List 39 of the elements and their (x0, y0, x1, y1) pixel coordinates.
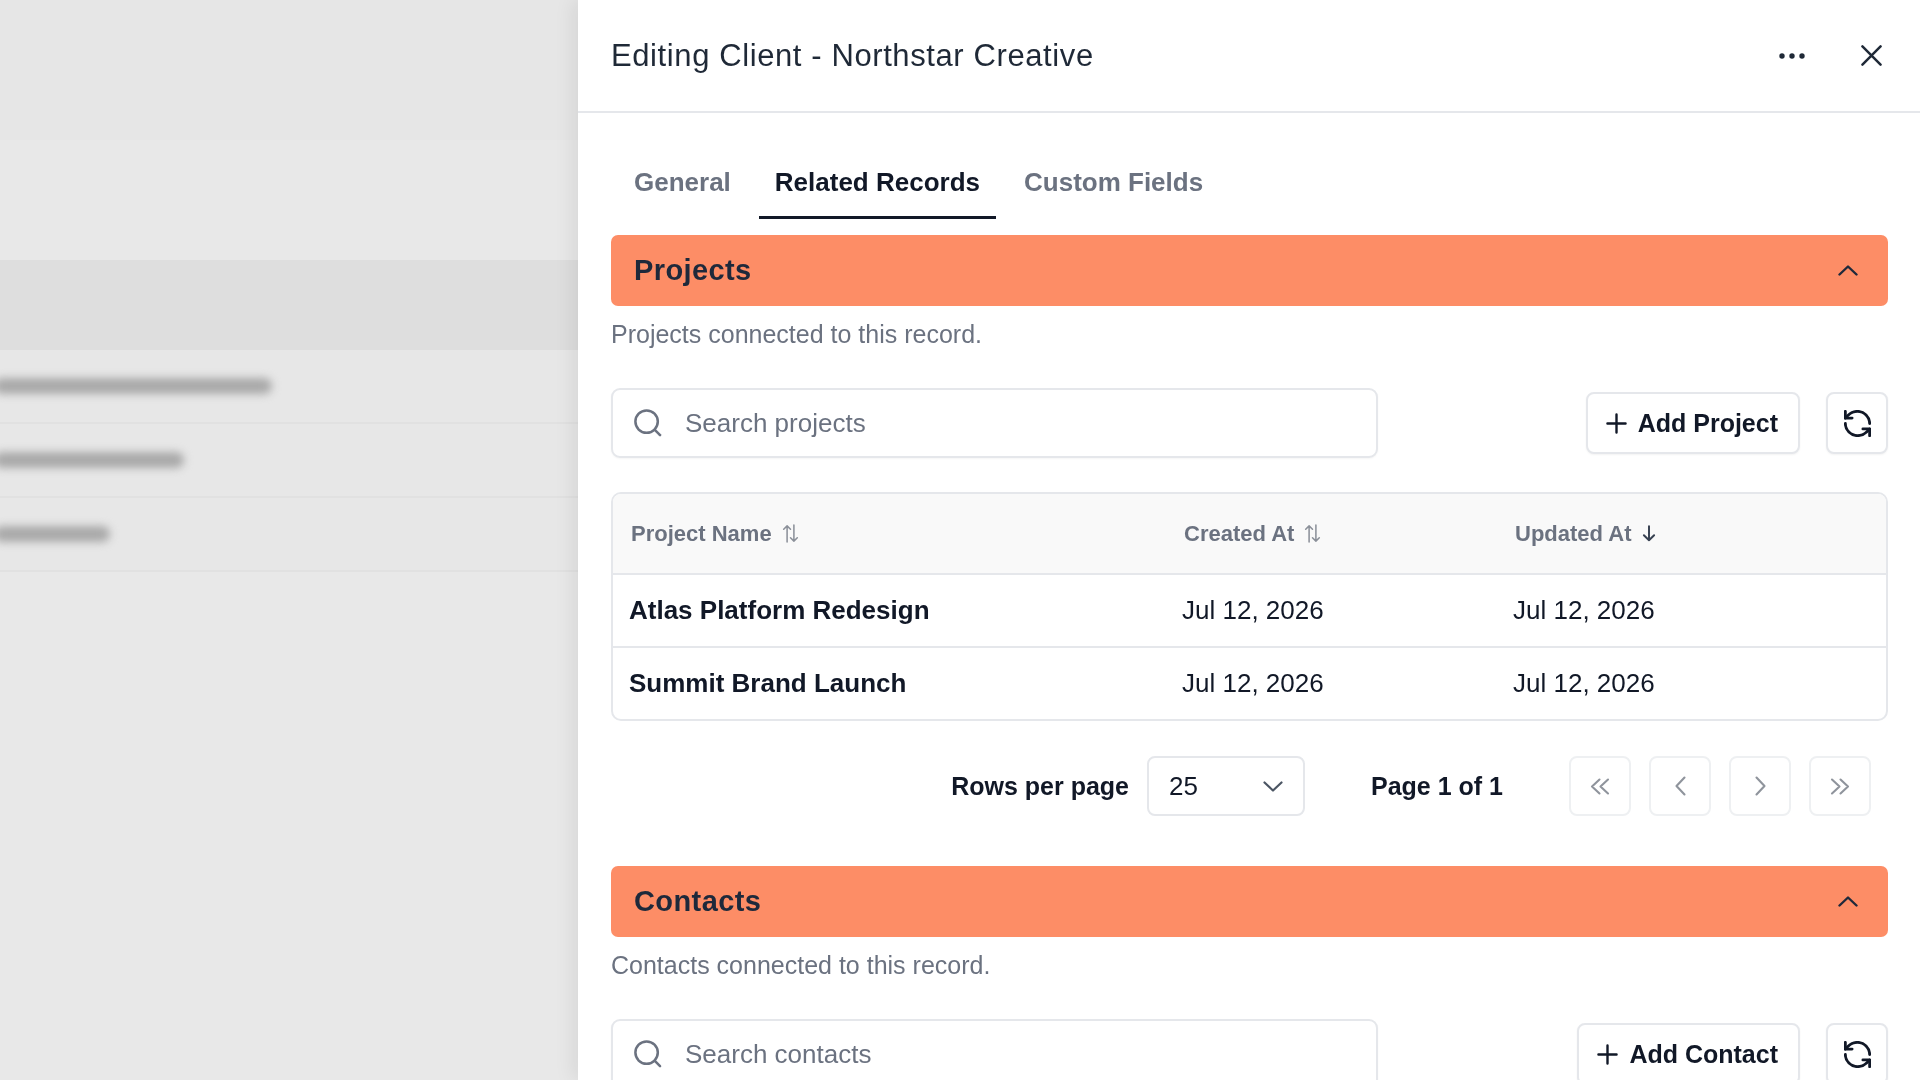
refresh-icon (1843, 409, 1871, 437)
tab[interactable]: Related Records (758, 146, 996, 219)
page-indicator: Page 1 of 1 (1371, 771, 1503, 801)
table-cell: Jul 12, 2026 (1182, 595, 1324, 626)
search-field[interactable]: Search contacts (611, 1019, 1378, 1080)
double-chevron-left-icon (1590, 777, 1610, 795)
chevron-down-icon (1263, 780, 1283, 792)
section-description: Contacts connected to this record. (611, 950, 992, 981)
tab[interactable]: Custom Fields (1008, 146, 1220, 219)
column-header[interactable]: Project Name (631, 520, 799, 547)
add-button[interactable]: Add Contact (1577, 1023, 1800, 1080)
table-cell: Jul 12, 2026 (1182, 668, 1324, 699)
table-cell: Summit Brand Launch (629, 668, 907, 699)
section-header[interactable]: Contacts (611, 866, 1888, 937)
table-cell: Jul 12, 2026 (1513, 595, 1655, 626)
drawer-title: Editing Client - Northstar Creative (611, 37, 1094, 74)
column-header[interactable]: Created At (1184, 520, 1322, 547)
chevron-left-icon (1674, 776, 1686, 796)
section-description: Projects connected to this record. (611, 319, 984, 350)
chevron-right-icon (1754, 776, 1766, 796)
table-cell: Jul 12, 2026 (1513, 668, 1655, 699)
plus-icon (1597, 1043, 1619, 1065)
double-chevron-right-icon (1830, 777, 1850, 795)
column-header[interactable]: Updated At (1515, 520, 1656, 547)
search-icon (634, 409, 662, 437)
search-icon (634, 1040, 662, 1068)
refresh-button[interactable] (1826, 392, 1888, 454)
section-header[interactable]: Projects (611, 235, 1888, 306)
rows-per-page-select[interactable]: 25 (1147, 756, 1305, 816)
add-button[interactable]: Add Project (1585, 392, 1800, 454)
refresh-button[interactable] (1826, 1023, 1888, 1080)
close-icon[interactable] (1861, 45, 1882, 66)
rows-per-page-label: Rows per page (951, 771, 1129, 801)
table-cell: Atlas Platform Redesign (629, 595, 930, 626)
search-field[interactable]: Search projects (611, 388, 1378, 458)
plus-icon (1605, 412, 1627, 434)
more-icon[interactable] (1779, 52, 1805, 59)
tab[interactable]: General (618, 146, 747, 219)
refresh-icon (1843, 1040, 1871, 1068)
